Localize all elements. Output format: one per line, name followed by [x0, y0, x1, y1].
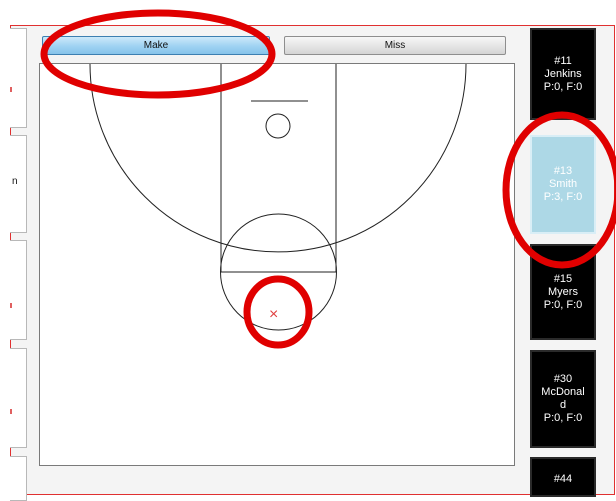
shot-marker-icon: × — [269, 306, 279, 323]
left-panel-card[interactable] — [10, 28, 27, 128]
court-lines — [89, 61, 467, 331]
left-panel: n — [10, 25, 28, 501]
player-name: Smith — [548, 178, 578, 190]
three-point-arc — [89, 63, 467, 253]
player-card-11[interactable]: #11 Jenkins P:0, F:0 — [530, 28, 596, 120]
player-number: #11 — [554, 54, 572, 67]
player-name: McDonal — [541, 386, 585, 398]
player-number: #15 — [553, 272, 573, 285]
miss-button[interactable]: Miss — [284, 36, 506, 55]
left-panel-card[interactable]: n — [10, 135, 27, 233]
free-throw-lane — [220, 61, 337, 273]
player-stats: P:0, F:0 — [543, 298, 583, 311]
player-card-15[interactable]: #15 Myers P:0, F:0 — [530, 244, 596, 340]
left-panel-card-letter: n — [12, 176, 18, 187]
left-panel-card[interactable] — [10, 348, 27, 448]
player-stats: P:3, F:0 — [543, 191, 583, 203]
player-stats: P:0, F:0 — [543, 412, 583, 424]
left-panel-card[interactable] — [10, 240, 27, 340]
player-name-continued: d — [559, 399, 567, 411]
player-card-30[interactable]: #30 McDonal d P:0, F:0 — [530, 350, 596, 448]
basketball-court[interactable]: × — [39, 61, 515, 466]
player-number: #13 — [553, 165, 573, 177]
player-name: Jenkins — [544, 67, 582, 80]
hoop-rim — [265, 113, 291, 139]
player-number: #30 — [553, 373, 573, 385]
player-number: #44 — [553, 473, 573, 485]
left-panel-card[interactable] — [10, 456, 27, 501]
player-card-13[interactable]: #13 Smith P:3, F:0 — [530, 135, 596, 234]
player-stats: P:0, F:0 — [543, 80, 583, 93]
player-name: Myers — [548, 285, 578, 298]
make-button[interactable]: Make — [42, 36, 270, 55]
player-card-44[interactable]: #44 — [530, 457, 596, 497]
